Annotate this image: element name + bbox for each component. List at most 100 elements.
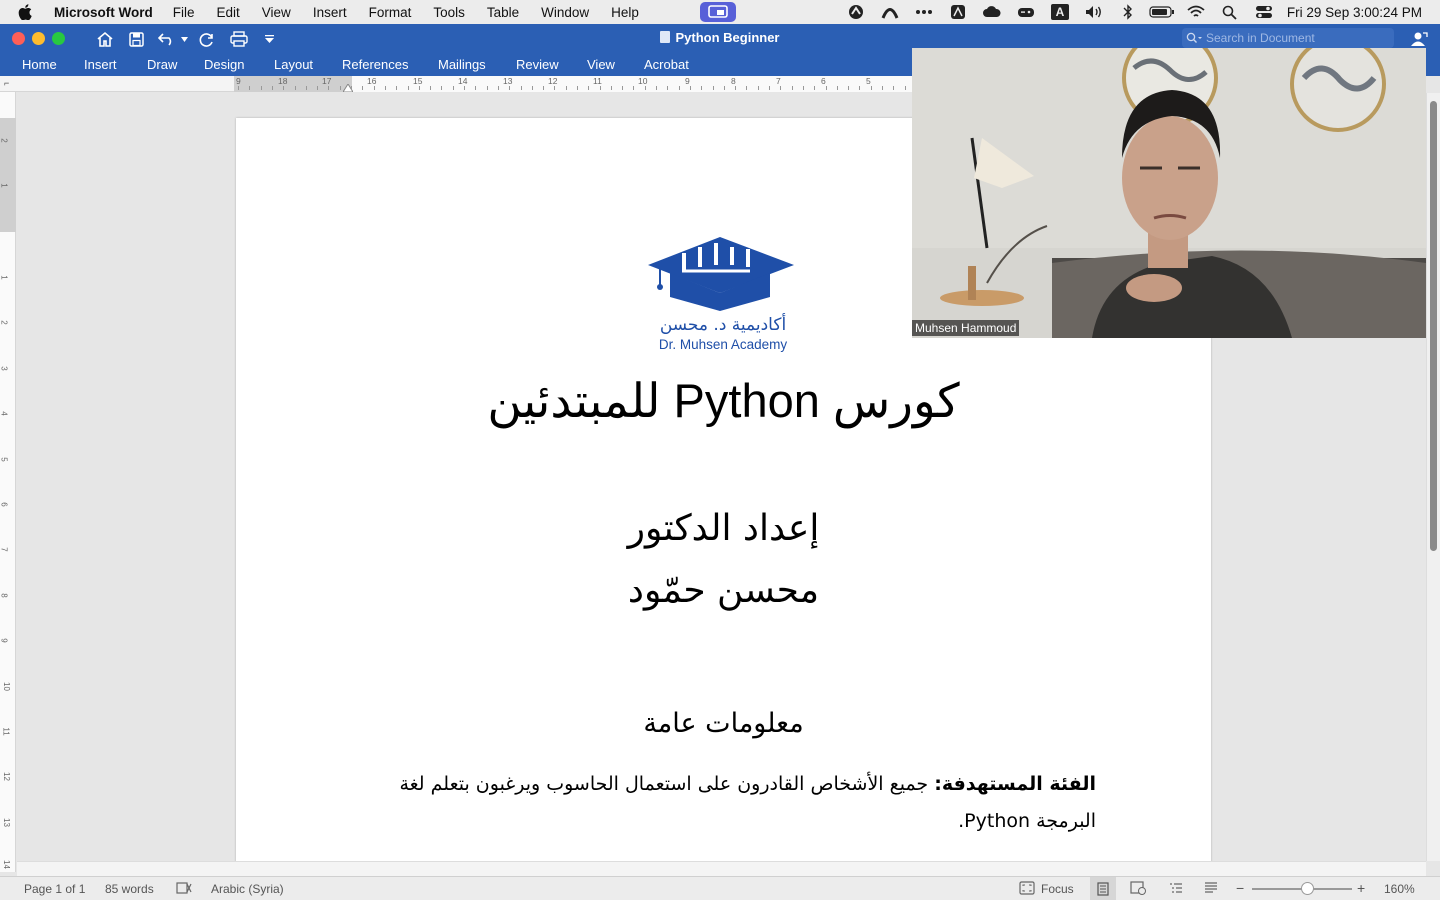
ruler-number: 15	[413, 76, 423, 86]
horizontal-ruler[interactable]: ⌐ 9 18 17 16 15 14 13 12 11 10 9 8 7 6 5	[0, 76, 912, 92]
arc-browser-icon[interactable]	[873, 0, 907, 24]
ruler-number: 5	[866, 76, 871, 86]
scrollbar-thumb[interactable]	[1430, 101, 1437, 551]
tab-acrobat[interactable]: Acrobat	[644, 57, 689, 72]
search-in-document-field[interactable]: Search in Document	[1182, 28, 1394, 48]
tab-design[interactable]: Design	[204, 57, 244, 72]
focus-mode-icon[interactable]	[1019, 881, 1035, 898]
tab-draw[interactable]: Draw	[147, 57, 177, 72]
vertical-ruler[interactable]: 2 1 1 2 3 4 5 6 7 8 9 10 11 12 13 14	[0, 92, 16, 872]
zoom-out-button[interactable]: −	[1236, 880, 1244, 896]
apple-menu-icon[interactable]	[18, 4, 36, 20]
cloud-icon[interactable]	[975, 0, 1009, 24]
target-audience-paragraph[interactable]: الفئة المستهدفة: جميع الأشخاص القادرون ع…	[336, 766, 1096, 840]
undo-icon[interactable]	[156, 27, 178, 51]
page-count[interactable]: Page 1 of 1	[24, 882, 85, 896]
ruler-tick	[408, 86, 409, 90]
vruler-number: 2	[0, 320, 9, 325]
ruler-number: 10	[638, 76, 648, 86]
zoom-slider-thumb[interactable]	[1301, 882, 1314, 895]
ruler-tick	[600, 86, 601, 90]
video-call-overlay[interactable]: Muhsen Hammoud	[912, 48, 1426, 338]
zoom-window-button[interactable]	[52, 32, 65, 45]
ruler-tick	[464, 86, 465, 90]
screen-share-icon[interactable]	[700, 2, 736, 22]
proofing-icon[interactable]	[176, 881, 192, 898]
author-name[interactable]: محسن حمّود	[236, 570, 1211, 611]
vruler-number: 11	[1, 727, 11, 736]
menu-table[interactable]: Table	[487, 5, 519, 20]
tab-mailings[interactable]: Mailings	[438, 57, 486, 72]
menu-edit[interactable]: Edit	[217, 5, 240, 20]
save-icon[interactable]	[126, 27, 146, 51]
vruler-number: 4	[0, 411, 9, 416]
spotlight-search-icon[interactable]	[1213, 0, 1247, 24]
zoom-level[interactable]: 160%	[1384, 882, 1415, 896]
tab-home[interactable]: Home	[22, 57, 57, 72]
control-center-icon[interactable]	[1247, 0, 1281, 24]
print-icon[interactable]	[228, 27, 250, 51]
menu-insert[interactable]: Insert	[313, 5, 347, 20]
menu-format[interactable]: Format	[369, 5, 412, 20]
word-count[interactable]: 85 words	[105, 882, 154, 896]
ruler-tick	[306, 86, 307, 90]
draft-view-icon[interactable]	[1203, 881, 1219, 898]
acrobat-icon[interactable]	[941, 0, 975, 24]
tab-insert[interactable]: Insert	[84, 57, 117, 72]
battery-icon[interactable]	[1145, 0, 1179, 24]
section-heading[interactable]: معلومات عامة	[236, 708, 1211, 739]
home-icon[interactable]	[94, 27, 116, 51]
web-layout-view-icon[interactable]	[1130, 881, 1146, 898]
game-controller-icon[interactable]	[1009, 0, 1043, 24]
outline-view-icon[interactable]	[1168, 881, 1184, 898]
ruler-tick	[509, 86, 510, 90]
ruler-tick	[295, 86, 296, 90]
tab-references[interactable]: References	[342, 57, 408, 72]
tab-view[interactable]: View	[587, 57, 615, 72]
tab-review[interactable]: Review	[516, 57, 559, 72]
ruler-number: 7	[776, 76, 781, 86]
customize-toolbar-chevron-icon[interactable]	[262, 27, 276, 51]
ruler-tick	[792, 86, 793, 90]
creative-cloud-icon[interactable]	[839, 0, 873, 24]
vruler-number: 9	[0, 638, 9, 643]
menu-window[interactable]: Window	[541, 5, 589, 20]
vertical-scrollbar[interactable]	[1426, 93, 1440, 861]
ruler-tick	[758, 86, 759, 90]
print-layout-view-icon[interactable]	[1090, 877, 1116, 900]
menu-file[interactable]: File	[173, 5, 195, 20]
redo-icon[interactable]	[197, 27, 217, 51]
vruler-number: 14	[1, 860, 11, 869]
ruler-number: 13	[503, 76, 513, 86]
volume-icon[interactable]	[1077, 0, 1111, 24]
more-dots-icon[interactable]	[907, 0, 941, 24]
app-name-menu[interactable]: Microsoft Word	[54, 5, 153, 20]
undo-dropdown-chevron-icon[interactable]	[179, 27, 189, 51]
tab-stop-selector-icon[interactable]: ⌐	[4, 78, 9, 88]
zoom-in-button[interactable]: +	[1357, 880, 1365, 896]
document-heading[interactable]: كورس Python للمبتدئين	[236, 373, 1211, 429]
menu-tools[interactable]: Tools	[433, 5, 465, 20]
menu-view[interactable]: View	[262, 5, 291, 20]
horizontal-scrollbar[interactable]	[17, 861, 1426, 876]
close-window-button[interactable]	[12, 32, 25, 45]
ruler-tick	[487, 86, 488, 90]
tab-layout[interactable]: Layout	[274, 57, 313, 72]
input-source-icon[interactable]: A	[1043, 0, 1077, 24]
ruler-tick	[498, 86, 499, 90]
vruler-number: 10	[1, 682, 11, 691]
bluetooth-icon[interactable]	[1111, 0, 1145, 24]
search-placeholder: Search in Document	[1206, 31, 1315, 45]
prepared-by-line[interactable]: إعداد الدكتور	[236, 508, 1211, 549]
menu-help[interactable]: Help	[611, 5, 639, 20]
focus-button[interactable]: Focus	[1041, 882, 1074, 896]
vruler-number: 2	[0, 138, 9, 143]
ruler-tick	[859, 86, 860, 90]
wifi-icon[interactable]	[1179, 0, 1213, 24]
ruler-tick	[453, 86, 454, 90]
menubar-clock[interactable]: Fri 29 Sep 3:00:24 PM	[1287, 5, 1422, 20]
ruler-tick	[385, 86, 386, 90]
minimize-window-button[interactable]	[32, 32, 45, 45]
document-language[interactable]: Arabic (Syria)	[211, 882, 284, 896]
ruler-tick	[272, 86, 273, 90]
